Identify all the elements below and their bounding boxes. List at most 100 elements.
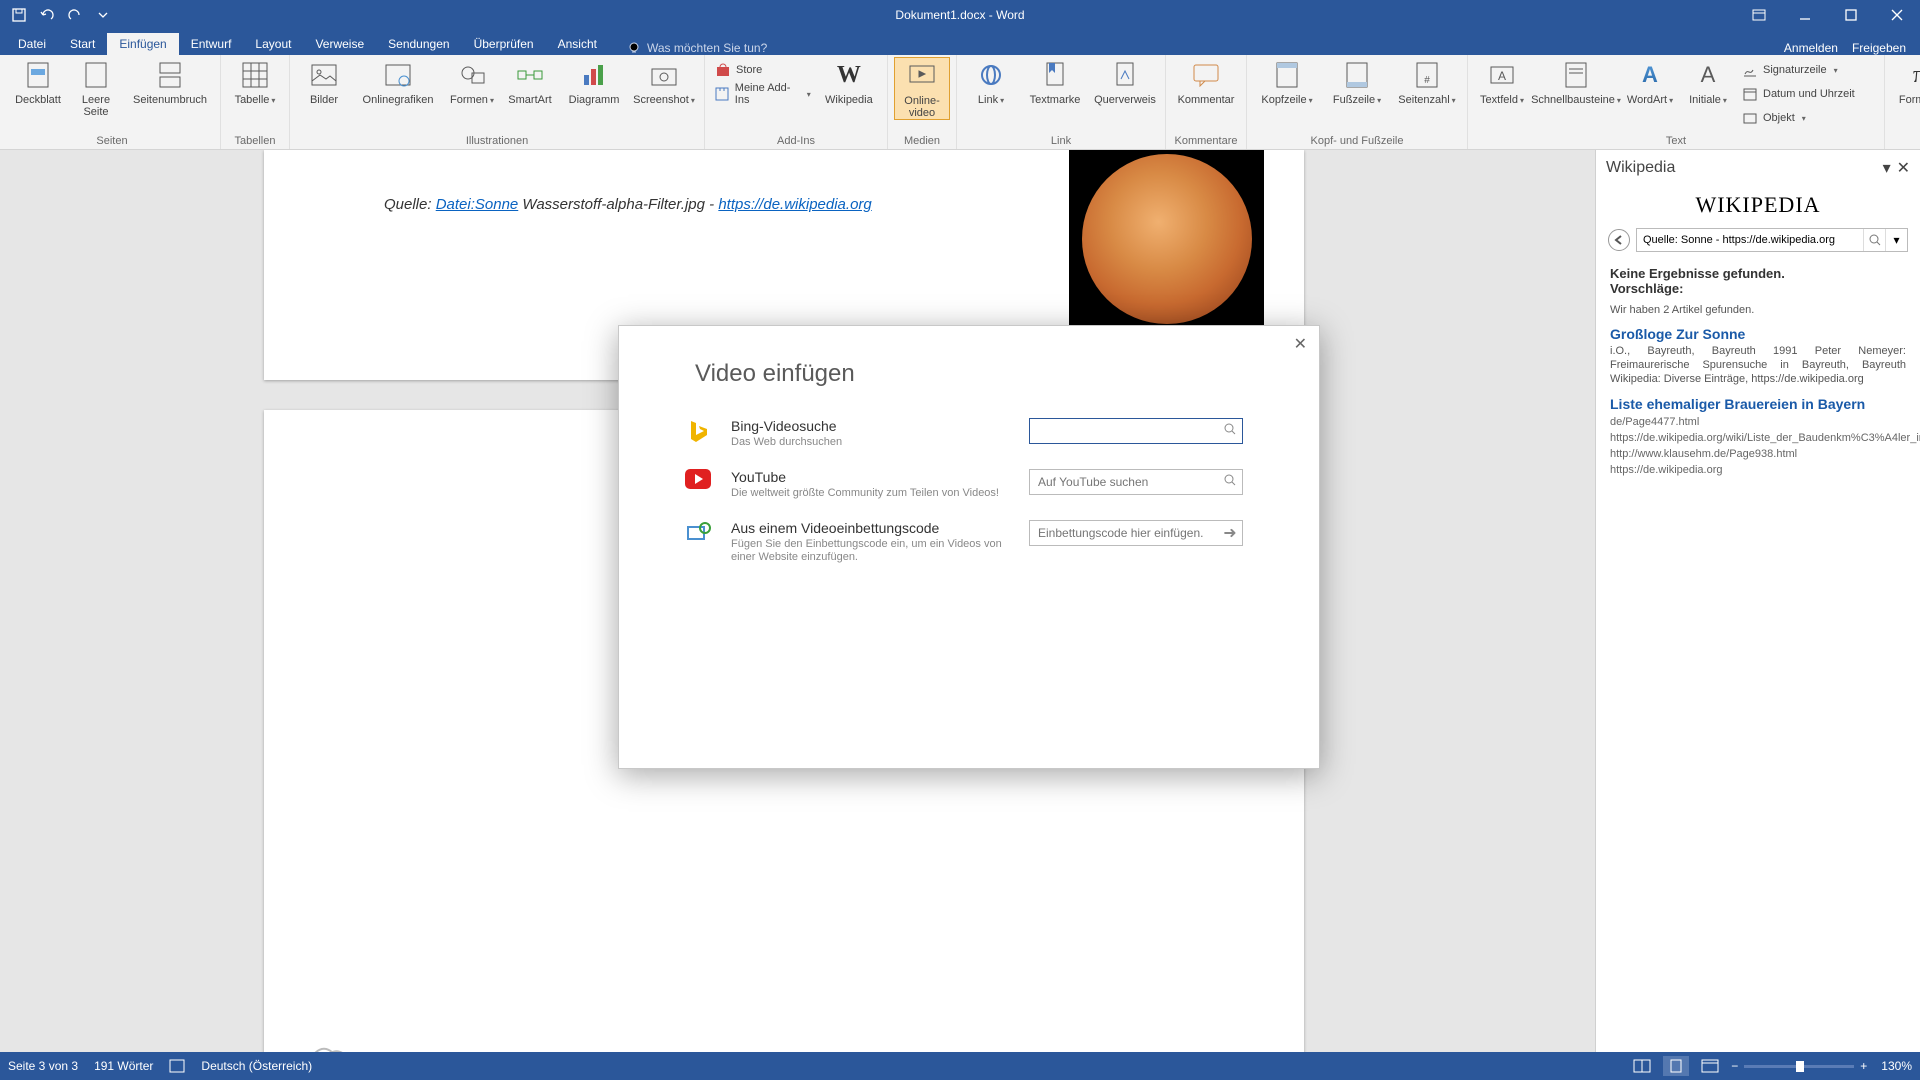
querverweis-button[interactable]: Querverweis [1091, 57, 1159, 106]
read-mode-icon[interactable] [1629, 1056, 1655, 1076]
youtube-subtitle: Die weltweit größte Community zum Teilen… [731, 487, 1011, 500]
embed-row: Aus einem Videoeinbettungscode Fügen Sie… [619, 514, 1319, 578]
zoom-level[interactable]: 130% [1881, 1059, 1912, 1073]
wordart-button[interactable]: AWordArt▾ [1622, 57, 1678, 107]
objekt-button[interactable]: Objekt▾ [1738, 107, 1878, 129]
search-result: Liste ehemaliger Brauereien in Bayern de… [1610, 396, 1906, 478]
back-icon[interactable] [1608, 229, 1630, 251]
group-symbole-label: Symbole [1891, 135, 1920, 149]
youtube-search-icon[interactable] [1218, 473, 1242, 491]
signaturzeile-button[interactable]: Signaturzeile▾ [1738, 59, 1878, 81]
link-button[interactable]: Link▾ [963, 57, 1019, 107]
tab-start[interactable]: Start [58, 33, 107, 55]
spellcheck-icon[interactable] [169, 1059, 185, 1073]
bing-subtitle: Das Web durchsuchen [731, 436, 1011, 449]
qat-customize-icon[interactable] [90, 3, 116, 27]
tab-sendungen[interactable]: Sendungen [376, 33, 461, 55]
youtube-row: YouTube Die weltweit größte Community zu… [619, 463, 1319, 514]
watermark-icon [294, 1020, 364, 1052]
share-button[interactable]: Freigeben [1852, 41, 1906, 55]
embed-go-icon[interactable]: ➜ [1218, 523, 1242, 543]
embed-code-input[interactable] [1030, 526, 1218, 540]
bing-search-box[interactable] [1029, 418, 1243, 444]
search-icon[interactable] [1863, 229, 1885, 251]
kopfzeile-button[interactable]: Kopfzeile▾ [1253, 57, 1321, 107]
tab-layout[interactable]: Layout [243, 33, 303, 55]
bing-search-input[interactable] [1030, 424, 1218, 438]
signin-link[interactable]: Anmelden [1784, 41, 1838, 55]
close-icon[interactable] [1874, 0, 1920, 30]
search-result: Großloge Zur Sonne i.O., Bayreuth, Bayre… [1610, 326, 1906, 386]
embed-code-box[interactable]: ➜ [1029, 520, 1243, 546]
search-dropdown-icon[interactable]: ▾ [1885, 229, 1907, 251]
tab-einfuegen[interactable]: Einfügen [107, 33, 178, 55]
pane-menu-icon[interactable]: ▾ [1883, 158, 1891, 178]
youtube-icon [685, 469, 713, 497]
onlinegrafiken-button[interactable]: Onlinegrafiken [354, 57, 442, 106]
minimize-icon[interactable] [1782, 0, 1828, 30]
group-link-label: Link [963, 135, 1159, 149]
onlinevideo-button[interactable]: Online- video [894, 57, 950, 120]
screenshot-button[interactable]: Screenshot▾ [630, 57, 698, 107]
caption-url-link[interactable]: https://de.wikipedia.org [718, 196, 871, 213]
wikipedia-search-input[interactable] [1637, 234, 1863, 246]
zoom-in-icon[interactable]: + [1860, 1059, 1867, 1073]
group-addins-label: Add-Ins [711, 135, 881, 149]
deckblatt-button[interactable]: Deckblatt [10, 57, 66, 106]
youtube-search-box[interactable] [1029, 469, 1243, 495]
tab-datei[interactable]: Datei [6, 33, 58, 55]
smartart-button[interactable]: SmartArt [502, 57, 558, 106]
result-title[interactable]: Großloge Zur Sonne [1610, 326, 1906, 342]
wikipedia-search-box[interactable]: ▾ [1636, 228, 1908, 252]
ribbon-display-icon[interactable] [1736, 0, 1782, 30]
bing-search-icon[interactable] [1218, 422, 1242, 440]
result-body: i.O., Bayreuth, Bayreuth 1991 Peter Neme… [1610, 344, 1906, 386]
title-bar: Dokument1.docx - Word [0, 0, 1920, 30]
textfeld-button[interactable]: ATextfeld▾ [1474, 57, 1530, 107]
meine-addins-button[interactable]: Meine Add-Ins▾ [711, 83, 815, 105]
caption-file-link[interactable]: Datei:Sonne [436, 196, 519, 213]
pane-close-icon[interactable]: ✕ [1897, 158, 1910, 178]
tabelle-button[interactable]: Tabelle▾ [227, 57, 283, 107]
maximize-icon[interactable] [1828, 0, 1874, 30]
textmarke-button[interactable]: Textmarke [1021, 57, 1089, 106]
kommentar-button[interactable]: Kommentar [1172, 57, 1240, 106]
initiale-button[interactable]: AInitiale▾ [1680, 57, 1736, 107]
youtube-search-input[interactable] [1030, 475, 1218, 489]
formen-button[interactable]: Formen▾ [444, 57, 500, 107]
schnellbausteine-button[interactable]: Schnellbausteine▾ [1532, 57, 1620, 107]
ribbon-tabs: Datei Start Einfügen Entwurf Layout Verw… [0, 30, 1920, 55]
wikipedia-button[interactable]: WWikipedia [817, 57, 881, 106]
tell-me[interactable]: Was möchten Sie tun? [627, 41, 767, 55]
datum-uhrzeit-button[interactable]: Datum und Uhrzeit [1738, 83, 1878, 105]
zoom-slider[interactable] [1744, 1065, 1854, 1068]
page-indicator[interactable]: Seite 3 von 3 [8, 1059, 78, 1073]
embed-subtitle: Fügen Sie den Einbettungscode ein, um ei… [731, 538, 1011, 564]
tab-ueberpruefen[interactable]: Überprüfen [462, 33, 546, 55]
tab-verweise[interactable]: Verweise [303, 33, 376, 55]
diagramm-button[interactable]: Diagramm [560, 57, 628, 106]
group-seiten-label: Seiten [10, 135, 214, 149]
zoom-out-icon[interactable]: − [1731, 1059, 1738, 1073]
seitenumbruch-button[interactable]: Seitenumbruch [126, 57, 214, 106]
fusszeile-button[interactable]: Fußzeile▾ [1323, 57, 1391, 107]
wikipedia-pane-title: Wikipedia [1606, 159, 1675, 177]
dialog-close-icon[interactable]: ✕ [1294, 334, 1307, 354]
redo-icon[interactable] [62, 3, 88, 27]
language-indicator[interactable]: Deutsch (Österreich) [201, 1059, 312, 1073]
store-button[interactable]: Store [711, 59, 815, 81]
svg-text:A: A [1498, 69, 1506, 83]
undo-icon[interactable] [34, 3, 60, 27]
tab-ansicht[interactable]: Ansicht [546, 33, 609, 55]
save-icon[interactable] [6, 3, 32, 27]
print-layout-icon[interactable] [1663, 1056, 1689, 1076]
word-count[interactable]: 191 Wörter [94, 1059, 153, 1073]
seitenzahl-button[interactable]: #Seitenzahl▾ [1393, 57, 1461, 107]
web-layout-icon[interactable] [1697, 1056, 1723, 1076]
leere-seite-button[interactable]: Leere Seite [68, 57, 124, 118]
result-title[interactable]: Liste ehemaliger Brauereien in Bayern [1610, 396, 1906, 412]
group-kopfzeile-label: Kopf- und Fußzeile [1253, 135, 1461, 149]
bilder-button[interactable]: Bilder [296, 57, 352, 106]
tab-entwurf[interactable]: Entwurf [179, 33, 244, 55]
formel-button[interactable]: πFormel▾ [1891, 57, 1920, 107]
